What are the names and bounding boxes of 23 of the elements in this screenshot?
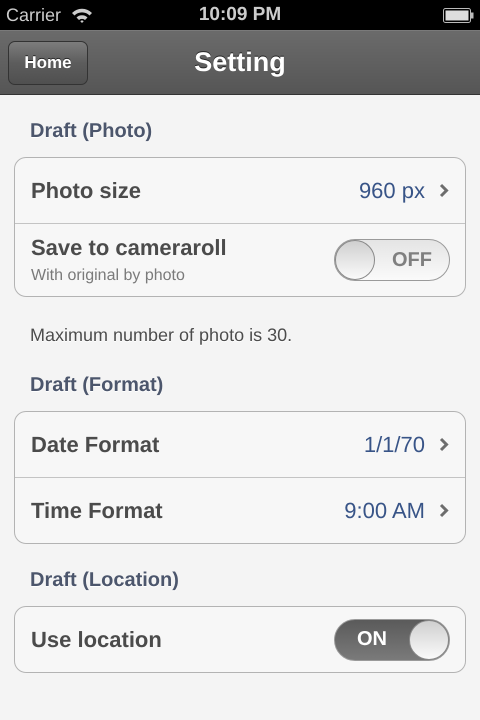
battery-icon <box>443 8 474 22</box>
section-footer: Maximum number of photo is 30. <box>30 323 450 347</box>
row-value[interactable]: 960 px <box>358 178 425 204</box>
section-header: Draft (Photo) <box>30 119 154 143</box>
toggle-switch[interactable]: ON <box>334 618 450 660</box>
row-label: Photo size <box>31 178 142 204</box>
row-label: Time Format <box>31 498 164 524</box>
row-value[interactable]: 1/1/70 <box>364 432 425 458</box>
chevron-icon[interactable] <box>439 183 449 198</box>
screen-title: Setting <box>194 47 286 78</box>
row-label: Use location <box>31 626 163 652</box>
row-label: Date Format <box>31 432 160 458</box>
chevron-icon[interactable] <box>439 437 449 452</box>
section-header: Draft (Location) <box>30 568 180 592</box>
section-header: Draft (Format) <box>30 373 164 397</box>
clock-time: 10:09 PM <box>198 4 282 26</box>
home-button[interactable]: Home <box>8 40 88 84</box>
row-subtitle: With original by photo <box>31 267 186 285</box>
row-value[interactable]: 9:00 AM <box>344 498 425 524</box>
row-label: Save to cameraroll <box>31 235 228 261</box>
chevron-icon[interactable] <box>439 503 449 518</box>
wifi-icon <box>71 7 94 23</box>
carrier-label: Carrier <box>6 4 62 26</box>
